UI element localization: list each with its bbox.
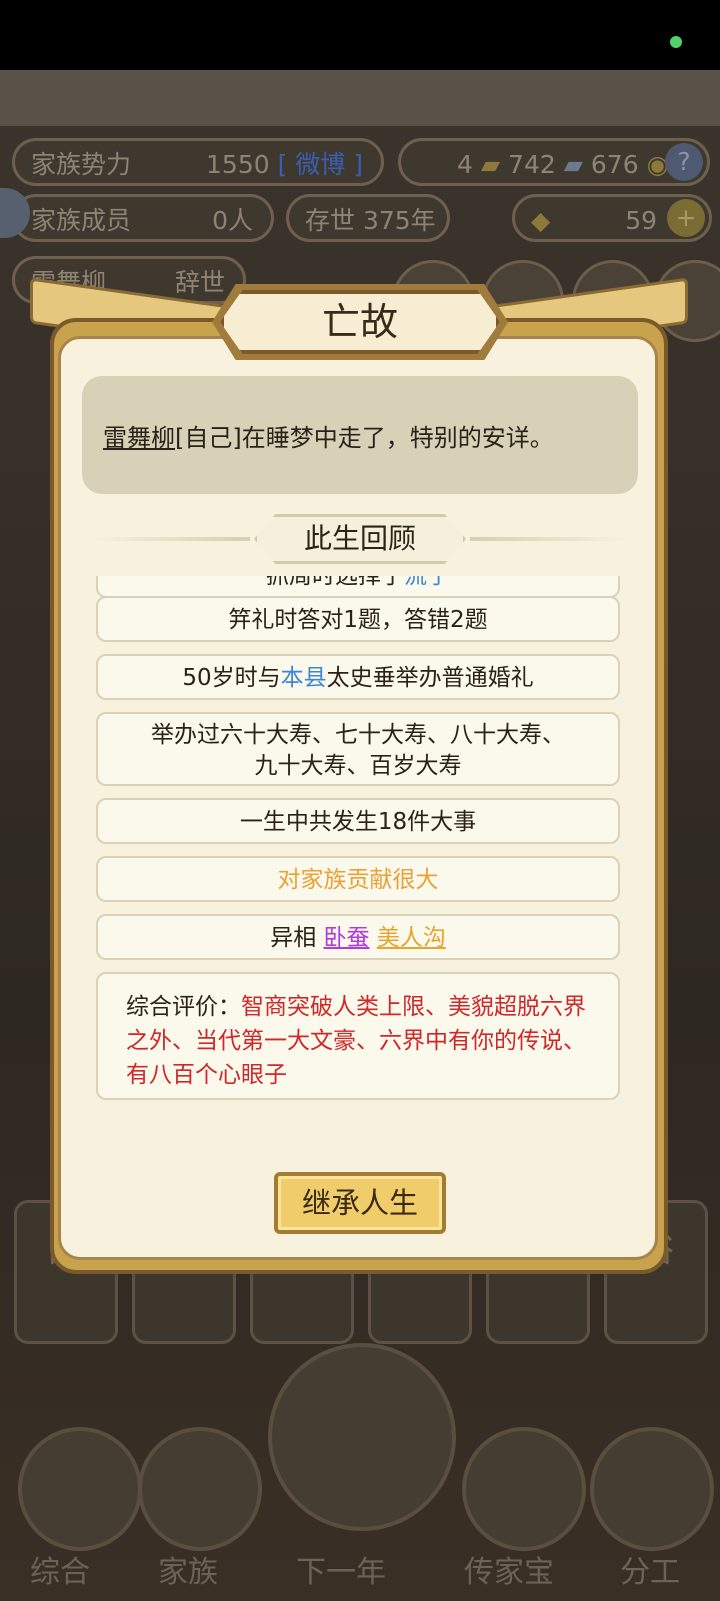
add-icon[interactable]: + [667, 199, 705, 237]
list-item: 异相 卧蚕 美人沟 [96, 914, 620, 960]
section-divider-left [94, 537, 250, 541]
family-power-value: 1550 [206, 150, 270, 179]
help-icon[interactable]: ? [665, 143, 703, 181]
nav-house-icon[interactable] [138, 1427, 262, 1551]
members-pill[interactable]: 家族成员 0人 [12, 194, 274, 242]
silver-bar-icon: ▰ [563, 150, 583, 179]
inherit-life-button[interactable]: 继承人生 [274, 1172, 446, 1234]
person-name-link[interactable]: 雷舞柳 [103, 424, 175, 452]
status-indicator-dot [670, 36, 682, 48]
dialog-title: 亡故 [321, 300, 398, 344]
section-title: 此生回顾 [303, 522, 416, 555]
nav-person-icon[interactable] [590, 1427, 714, 1551]
nav-scroll-icon[interactable] [18, 1427, 142, 1551]
currency-pill[interactable]: 4 ▰ 742 ▰ 676 ◉ ? [398, 138, 710, 186]
life-review-list[interactable]: 抓周时选择了流子 笄礼时答对1题，答错2题 50岁时与本县太史垂举办普通婚礼 举… [96, 576, 624, 1136]
nav-next-year[interactable]: 下一年 [296, 1547, 386, 1591]
ingot-pill[interactable]: ◆ 59 + [512, 194, 712, 242]
ingot-count: 59 [625, 206, 657, 235]
trait-link[interactable]: 美人沟 [377, 925, 446, 951]
nav-overview[interactable]: 综合 [30, 1547, 90, 1591]
nav-treasure-icon[interactable] [462, 1427, 586, 1551]
list-item: 举办过六十大寿、七十大寿、八十大寿、 九十大寿、百岁大寿 [96, 712, 620, 786]
gold-bar-icon: ▰ [480, 150, 501, 179]
members-label: 家族成员 [31, 206, 132, 235]
nav-family[interactable]: 家族 [158, 1547, 218, 1591]
status-bar [0, 0, 720, 70]
list-item: 一生中共发生18件大事 [96, 798, 620, 844]
list-item: 50岁时与本县太史垂举办普通婚礼 [96, 654, 620, 700]
nav-mountain-icon[interactable] [268, 1343, 456, 1531]
gold-count: 4 [457, 150, 473, 179]
top-strip [0, 70, 720, 126]
nav-division[interactable]: 分工 [620, 1547, 680, 1591]
silver-count: 742 [508, 150, 556, 179]
family-power-pill[interactable]: 家族势力 1550 [ 微博 ] [12, 138, 384, 186]
existence-text: 存世 375年 [305, 206, 436, 235]
death-message: 雷舞柳[自己]在睡梦中走了，特别的安详。 [103, 424, 554, 452]
family-power-label: 家族势力 [31, 150, 132, 179]
list-item: 对家族贡献很大 [96, 856, 620, 902]
coin-count: 676 [590, 150, 639, 179]
family-power-rank: [ 微博 ] [277, 150, 363, 179]
county-link[interactable]: 本县 [281, 665, 327, 691]
members-value: 0人 [212, 206, 253, 235]
existence-pill: 存世 375年 [286, 194, 450, 242]
list-item: 笄礼时答对1题，答错2题 [96, 596, 620, 642]
overall-evaluation: 综合评价：智商突破人类上限、美貌超脱六界之外、当代第一大文豪、六界中有你的传说、… [96, 972, 620, 1100]
ingot-icon: ◆ [531, 206, 551, 235]
trait-link[interactable]: 卧蚕 [324, 925, 370, 951]
list-item: 抓周时选择了流子 [96, 576, 620, 598]
section-divider-right [470, 537, 626, 541]
nav-heirloom[interactable]: 传家宝 [464, 1547, 554, 1591]
